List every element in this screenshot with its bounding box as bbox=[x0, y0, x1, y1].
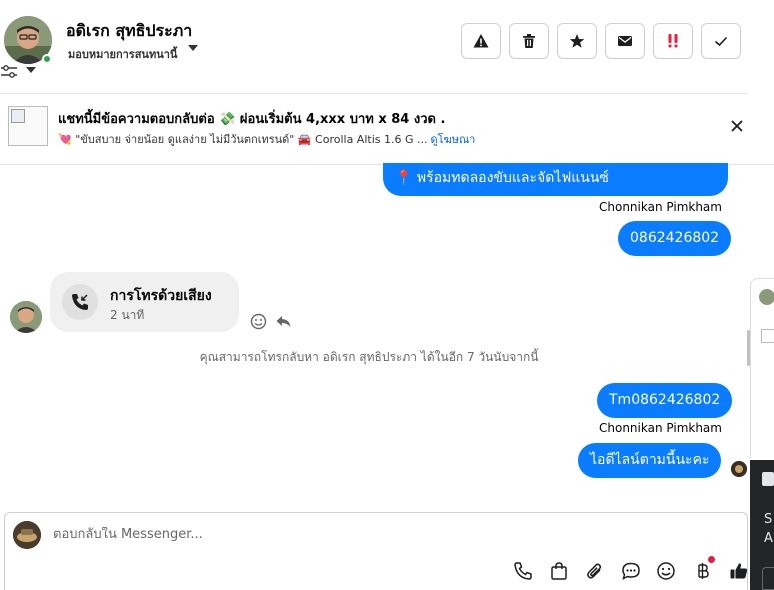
view-ad-link[interactable]: ดูโฆษณา bbox=[430, 133, 475, 146]
baht-payment-icon[interactable] bbox=[693, 561, 713, 581]
star-button[interactable] bbox=[557, 23, 597, 59]
outgoing-message[interactable]: ไอดีไลน์ตามนี้นะคะ bbox=[578, 443, 722, 478]
shopping-bag-icon[interactable] bbox=[549, 561, 569, 581]
mark-unread-button[interactable] bbox=[605, 23, 645, 59]
ad-thumbnail[interactable] bbox=[8, 106, 48, 146]
spam-button[interactable] bbox=[653, 23, 693, 59]
warning-icon bbox=[473, 34, 489, 48]
done-button[interactable] bbox=[701, 23, 741, 59]
phone-icon[interactable] bbox=[513, 561, 533, 581]
saved-replies-icon[interactable] bbox=[621, 561, 641, 581]
reply-input[interactable] bbox=[53, 527, 693, 542]
call-duration: 2 นาที bbox=[110, 308, 145, 322]
reply-arrow-icon[interactable] bbox=[275, 313, 292, 330]
thumbs-up-icon[interactable] bbox=[729, 561, 749, 581]
incoming-call-icon bbox=[62, 284, 98, 320]
filter-chevron-down-icon[interactable] bbox=[26, 66, 36, 77]
attachment-icon[interactable] bbox=[585, 561, 605, 581]
outgoing-message[interactable]: Tm0862426802 bbox=[597, 383, 733, 418]
reply-composer bbox=[4, 512, 748, 590]
contact-avatar-small[interactable] bbox=[10, 301, 42, 333]
ad-description: 💘 "ขับสบาย จ่ายน้อย ดูแลง่าย ไม่มีวันตกเ… bbox=[58, 133, 428, 146]
chevron-down-icon[interactable] bbox=[187, 43, 199, 56]
callback-notice: คุณสามารถโทรกลับหา อดิเรก สุทธิประภา ได้… bbox=[199, 350, 539, 364]
sender-name: Chonnikan Pimkham bbox=[599, 421, 722, 435]
outgoing-message[interactable]: 📍 พร้อมทดลองขับและจัดไฟแนนซ์ bbox=[383, 163, 728, 196]
filter-sliders-icon[interactable] bbox=[1, 64, 17, 78]
ad-subtitle: 💘 "ขับสบาย จ่ายน้อย ดูแลง่าย ไม่มีวันตกเ… bbox=[58, 130, 475, 148]
voice-call-card[interactable]: การโทรด้วยเสียง 2 นาที bbox=[50, 272, 239, 332]
outgoing-message[interactable]: 0862426802 bbox=[618, 221, 732, 256]
popup-icon bbox=[762, 472, 774, 486]
emoji-icon[interactable] bbox=[656, 561, 676, 581]
envelope-icon bbox=[618, 36, 632, 46]
conversation-header: อดิเรก สุทธิประภา มอบหมายการสนทนานี้ bbox=[0, 0, 748, 94]
payment-notification-dot bbox=[708, 556, 715, 563]
star-icon bbox=[569, 34, 585, 48]
check-icon bbox=[714, 36, 728, 47]
ad-reply-banner: แชทนี้มีข้อความตอบกลับต่อ 💸 ผ่อนเริ่มต้น… bbox=[0, 95, 774, 165]
online-status-dot bbox=[42, 54, 52, 64]
sender-name: Chonnikan Pimkham bbox=[599, 200, 722, 214]
call-title: การโทรด้วยเสียง bbox=[110, 288, 212, 304]
ad-title: แชทนี้มีข้อความตอบกลับต่อ 💸 ผ่อนเริ่มต้น… bbox=[58, 112, 446, 127]
trash-icon bbox=[523, 34, 535, 48]
react-emoji-icon[interactable] bbox=[250, 313, 267, 330]
page-avatar bbox=[13, 521, 41, 549]
close-icon[interactable] bbox=[728, 117, 746, 135]
side-panel-card[interactable] bbox=[750, 278, 774, 458]
contact-name[interactable]: อดิเรก สุทธิประภา bbox=[66, 19, 192, 44]
report-button[interactable] bbox=[461, 23, 501, 59]
side-panel-thumbnail bbox=[761, 329, 774, 343]
popup-button[interactable] bbox=[762, 567, 774, 590]
popup-text-line: S bbox=[764, 512, 773, 527]
popup-text-line: A bbox=[764, 531, 773, 546]
seen-avatar bbox=[731, 461, 747, 477]
side-panel-avatar bbox=[759, 289, 774, 305]
delete-button[interactable] bbox=[509, 23, 549, 59]
side-panel-dark-popup: S A bbox=[750, 460, 774, 590]
assign-conversation-label[interactable]: มอบหมายการสนทนานี้ bbox=[68, 45, 177, 63]
exclamation-icon bbox=[668, 34, 678, 48]
